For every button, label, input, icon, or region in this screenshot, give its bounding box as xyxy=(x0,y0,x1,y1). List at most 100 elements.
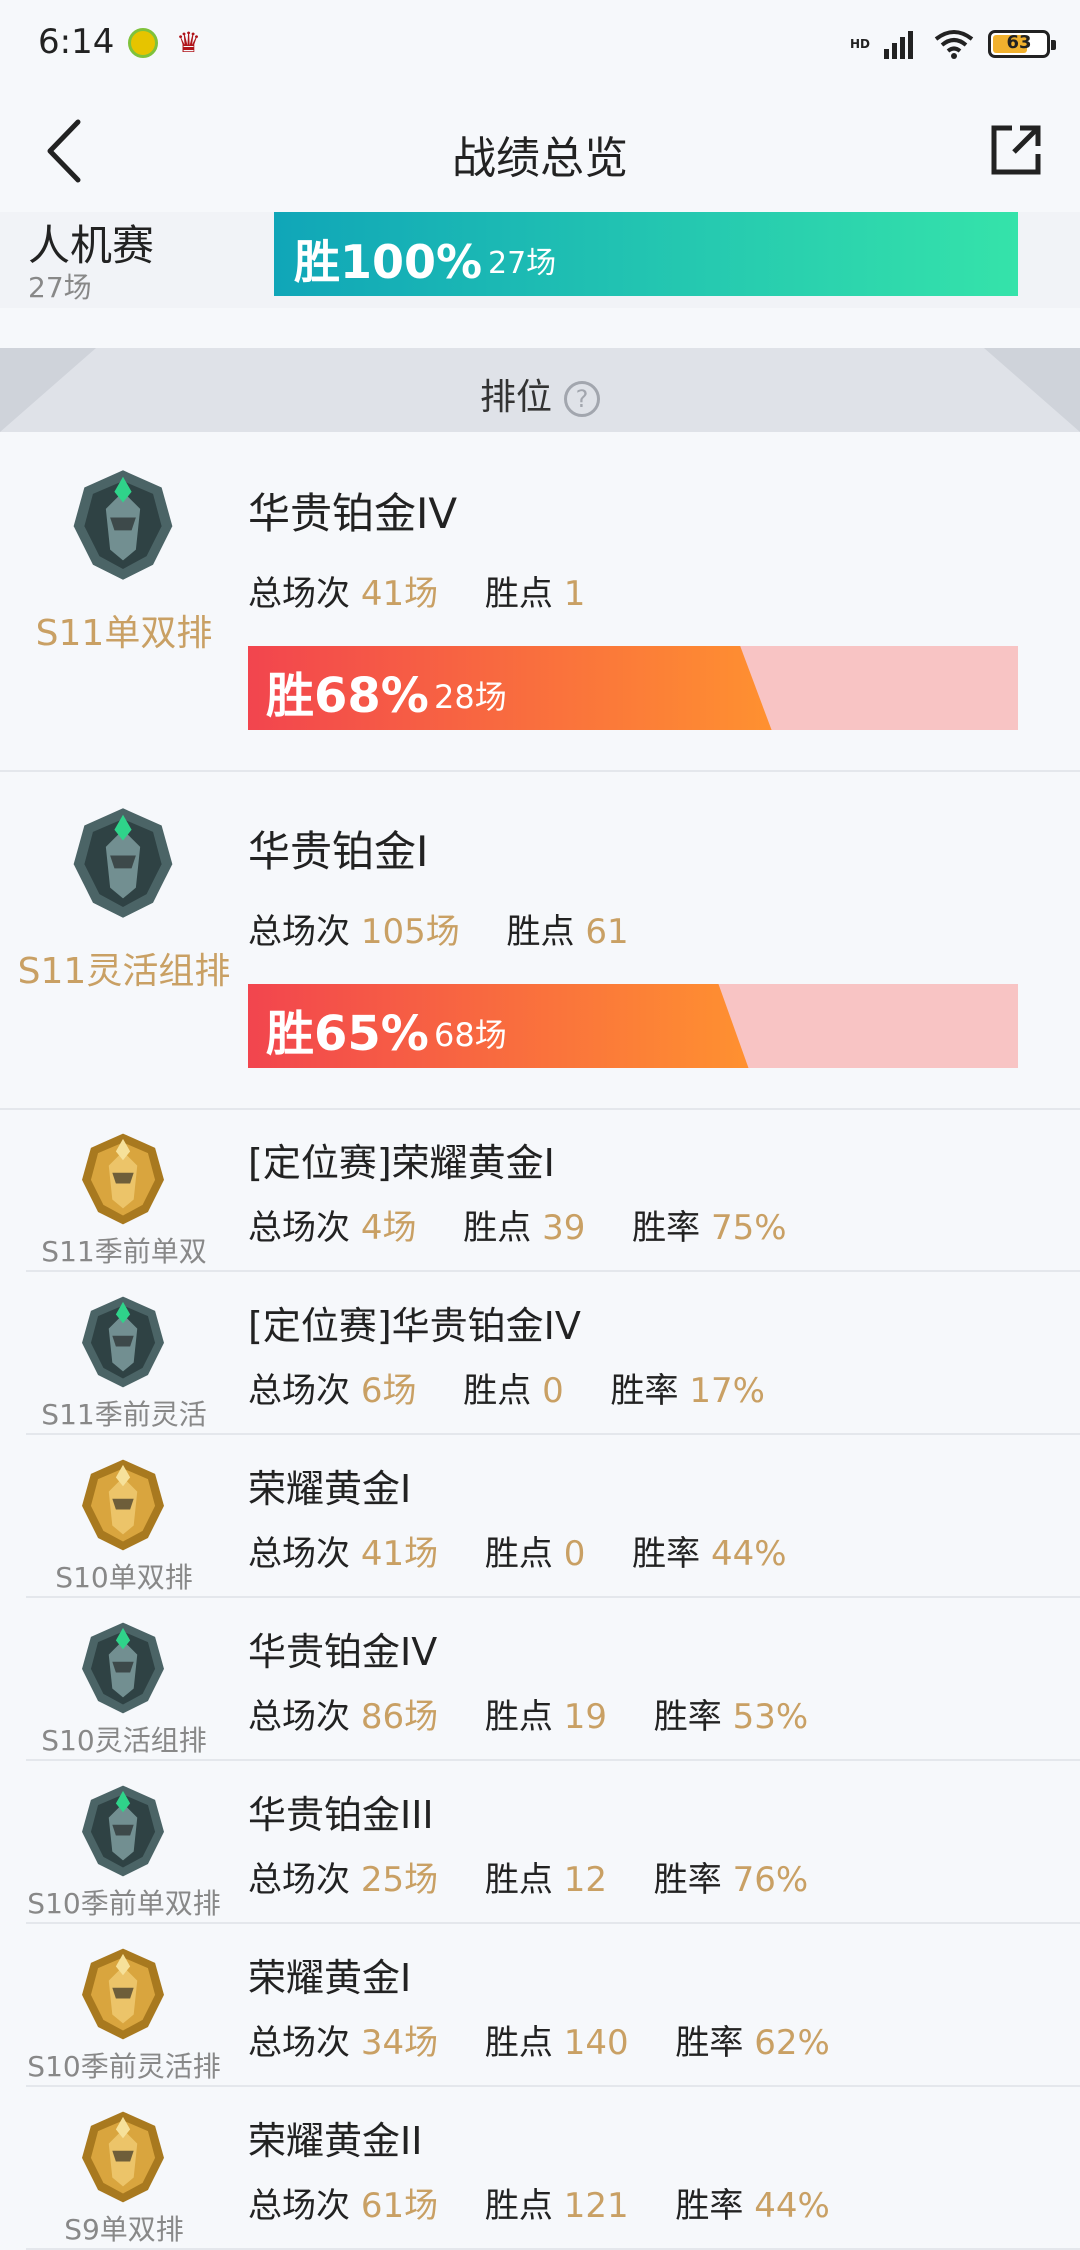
queue-name: S11季前灵活 xyxy=(41,1398,207,1431)
win-percent: 胜68% xyxy=(266,668,429,724)
share-button[interactable] xyxy=(988,122,1044,178)
ranked-history-row[interactable]: S10季前单双排 华贵铂金III 总场次 25场 胜点 12 胜率 76% xyxy=(0,1762,1080,1924)
total-value: 34场 xyxy=(360,2023,439,2063)
status-indicators: HD 63 xyxy=(849,24,1056,64)
rank-badge-icon xyxy=(78,1782,168,1880)
points-value: 19 xyxy=(563,1697,607,1737)
total-value: 6场 xyxy=(360,1371,417,1411)
queue-name: S10季前灵活排 xyxy=(27,2050,221,2083)
queue-name: S9单双排 xyxy=(64,2213,184,2246)
ranked-history-row[interactable]: S11季前灵活 [定位赛]华贵铂金IV 总场次 6场 胜点 0 胜率 17% xyxy=(0,1273,1080,1435)
points-value: 39 xyxy=(542,1208,586,1248)
rank-badge-icon xyxy=(68,804,178,922)
total-value: 25场 xyxy=(360,1860,439,1900)
total-label: 总场次 xyxy=(248,1860,350,1900)
stats-line: 总场次 6场 胜点 0 胜率 17% xyxy=(248,1363,765,1412)
points-value: 121 xyxy=(563,2186,629,2226)
win-games: 68场 xyxy=(434,1016,507,1054)
help-icon[interactable]: ? xyxy=(564,381,600,417)
pve-game-count: 27场 xyxy=(28,271,92,304)
points-label: 胜点 xyxy=(484,1860,553,1900)
win-rate-label: 胜率 xyxy=(675,2186,744,2226)
rank-tier: 华贵铂金IV xyxy=(248,489,458,538)
total-label: 总场次 xyxy=(248,912,350,952)
stats-line: 总场次 34场 胜点 140 胜率 62% xyxy=(248,2015,830,2064)
ranked-card[interactable]: S11灵活组排 华贵铂金I 总场次 105场 胜点 61 胜65% 68场 xyxy=(0,772,1080,1110)
total-label: 总场次 xyxy=(248,2023,350,2063)
total-value: 41场 xyxy=(360,574,439,614)
page-title: 战绩总览 xyxy=(452,133,628,184)
win-rate-value: 75% xyxy=(710,1208,787,1248)
points-label: 胜点 xyxy=(484,2186,553,2226)
stats-line: 总场次 61场 胜点 121 胜率 44% xyxy=(248,2178,830,2227)
queue-name: S11单双排 xyxy=(35,613,213,654)
queue-name: S10季前单双排 xyxy=(27,1887,221,1920)
rank-tier: 华贵铂金III xyxy=(248,1793,434,1837)
status-bar: 6:14 ♛ HD 63 xyxy=(0,0,1080,88)
stats-line: 总场次 41场 胜点 0 胜率 44% xyxy=(248,1526,787,1575)
win-rate-label: 胜率 xyxy=(610,1371,679,1411)
pve-win-percent: 胜100% xyxy=(294,235,483,289)
wifi-icon xyxy=(934,30,974,59)
win-rate-bar: 胜65% 68场 xyxy=(248,984,1018,1068)
points-label: 胜点 xyxy=(463,1371,532,1411)
rank-tier: 荣耀黄金II xyxy=(248,2119,423,2163)
ranked-history-row[interactable]: S11季前单双 [定位赛]荣耀黄金I 总场次 4场 胜点 39 胜率 75% xyxy=(0,1110,1080,1272)
top-nav-bar: 战绩总览 xyxy=(0,88,1080,212)
hd-indicator: HD xyxy=(849,37,870,51)
win-rate-label: 胜率 xyxy=(632,1534,701,1574)
total-label: 总场次 xyxy=(248,2186,350,2226)
points-label: 胜点 xyxy=(484,1534,553,1574)
stats-line: 总场次 86场 胜点 19 胜率 53% xyxy=(248,1689,808,1738)
rank-badge-icon xyxy=(78,1293,168,1391)
queue-name: S10灵活组排 xyxy=(41,1724,207,1757)
total-value: 4场 xyxy=(360,1208,417,1248)
rank-tier: 华贵铂金IV xyxy=(248,1630,438,1674)
points-value: 12 xyxy=(563,1860,607,1900)
win-rate-value: 44% xyxy=(710,1534,787,1574)
win-rate-label: 胜率 xyxy=(653,1860,722,1900)
pve-stats-row[interactable]: 人机赛 27场 胜100% 27场 xyxy=(0,212,1080,308)
points-label: 胜点 xyxy=(506,912,575,952)
ranked-section-header: 排位? xyxy=(0,348,1080,432)
total-label: 总场次 xyxy=(248,1534,350,1574)
battery-icon: 63 xyxy=(988,30,1056,58)
win-rate-value: 76% xyxy=(732,1860,809,1900)
stats-line: 总场次 105场 胜点 61 xyxy=(248,904,629,953)
stats-line: 总场次 41场 胜点 1 xyxy=(248,566,585,615)
queue-name: S10单双排 xyxy=(55,1561,193,1594)
win-games: 28场 xyxy=(434,678,507,716)
ranked-card[interactable]: S11单双排 华贵铂金IV 总场次 41场 胜点 1 胜68% 28场 xyxy=(0,434,1080,772)
rank-badge-icon xyxy=(78,1130,168,1228)
win-rate-label: 胜率 xyxy=(632,1208,701,1248)
queue-name: S11灵活组排 xyxy=(17,951,231,992)
signal-icon xyxy=(884,31,913,59)
ranked-history-row[interactable]: S10单双排 荣耀黄金I 总场次 41场 胜点 0 胜率 44% xyxy=(0,1436,1080,1598)
ranked-history-row[interactable]: S10灵活组排 华贵铂金IV 总场次 86场 胜点 19 胜率 53% xyxy=(0,1599,1080,1761)
rank-badge-icon xyxy=(68,466,178,584)
total-label: 总场次 xyxy=(248,574,350,614)
rank-badge-icon xyxy=(78,2108,168,2206)
points-label: 胜点 xyxy=(463,1208,532,1248)
rank-tier: 华贵铂金I xyxy=(248,827,429,876)
rank-tier: [定位赛]荣耀黄金I xyxy=(248,1141,555,1185)
ranked-history-row[interactable]: S10季前灵活排 荣耀黄金I 总场次 34场 胜点 140 胜率 62% xyxy=(0,1925,1080,2087)
win-rate-value: 62% xyxy=(754,2023,830,2063)
win-rate-label: 胜率 xyxy=(675,2023,744,2063)
rank-badge-icon xyxy=(78,1619,168,1717)
total-label: 总场次 xyxy=(248,1208,350,1248)
points-value: 61 xyxy=(585,912,629,952)
rank-badge-icon xyxy=(78,1945,168,2043)
win-rate-label: 胜率 xyxy=(653,1697,722,1737)
stats-line: 总场次 25场 胜点 12 胜率 76% xyxy=(248,1852,808,1901)
total-label: 总场次 xyxy=(248,1371,350,1411)
points-value: 140 xyxy=(563,2023,629,2063)
ranked-history-row[interactable]: S9单双排 荣耀黄金II 总场次 61场 胜点 121 胜率 44% xyxy=(0,2088,1080,2250)
points-label: 胜点 xyxy=(484,1697,553,1737)
pve-mode-name: 人机赛 xyxy=(28,221,155,270)
rank-tier: [定位赛]华贵铂金IV xyxy=(248,1304,581,1348)
notification-game-icon: ♛ xyxy=(176,26,202,59)
queue-name: S11季前单双 xyxy=(41,1235,207,1268)
points-label: 胜点 xyxy=(484,2023,553,2063)
win-rate-value: 44% xyxy=(754,2186,830,2226)
